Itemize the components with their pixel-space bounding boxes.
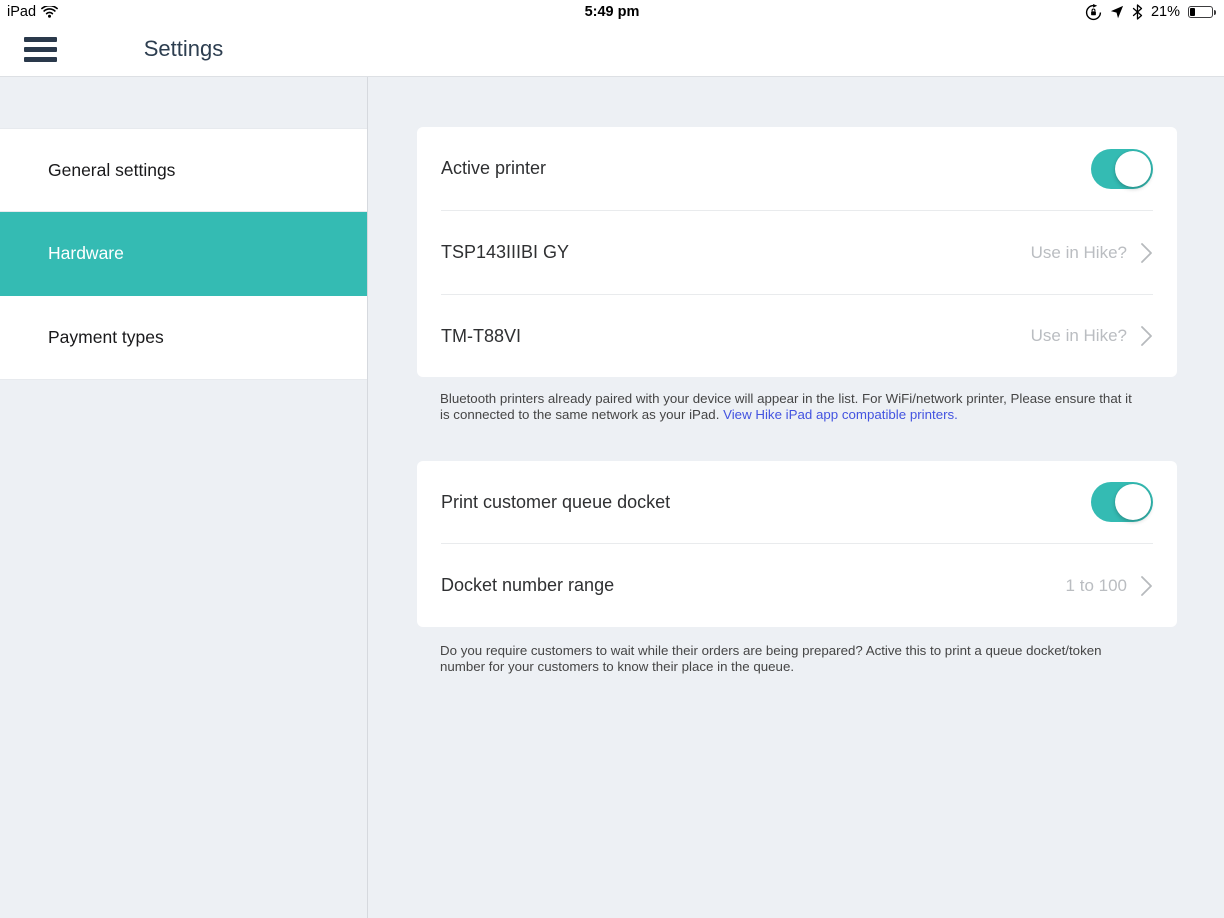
printer-name: TSP143IIIBI GY <box>441 242 570 262</box>
battery-icon <box>1188 6 1216 18</box>
use-in-hike-label: Use in Hike? <box>1030 326 1127 345</box>
queue-docket-toggle[interactable] <box>1091 482 1153 522</box>
queue-toggle-row: Print customer queue docket <box>417 461 1177 543</box>
docket-range-row[interactable]: Docket number range 1 to 100 <box>417 544 1177 627</box>
clock: 5:49 pm <box>584 4 640 20</box>
printer-row[interactable]: TSP143IIIBI GY Use in Hike? <box>417 211 1177 294</box>
docket-range-value: 1 to 100 <box>1065 575 1127 595</box>
hardware-settings-panel: Active printer TSP143IIIBI GY Use in Hik… <box>368 77 1224 918</box>
printer-card: Active printer TSP143IIIBI GY Use in Hik… <box>417 127 1177 377</box>
queue-card: Print customer queue docket Docket numbe… <box>417 461 1177 627</box>
top-bar: iPad 5:49 pm 21% Settings <box>0 0 1224 77</box>
carrier-label: iPad <box>7 4 37 20</box>
page-title: Settings <box>143 36 224 61</box>
queue-help-text: Do you require customers to wait while t… <box>440 643 1102 674</box>
chevron-right-icon <box>1140 575 1153 597</box>
location-icon <box>1110 5 1124 19</box>
wifi-icon <box>41 6 58 18</box>
sidebar-item-label: General settings <box>48 159 176 180</box>
active-printer-label: Active printer <box>441 158 547 178</box>
active-printer-toggle[interactable] <box>1091 148 1153 189</box>
printer-name: TM-T88VI <box>441 325 522 346</box>
queue-toggle-label: Print customer queue docket <box>441 491 671 512</box>
active-printer-row: Active printer <box>417 127 1177 210</box>
sidebar-item-label: Hardware <box>48 243 124 263</box>
docket-range-label: Docket number range <box>441 575 615 595</box>
chevron-right-icon <box>1140 242 1153 264</box>
sidebar-item-hardware[interactable]: Hardware <box>0 212 367 296</box>
use-in-hike-label: Use in Hike? <box>1030 242 1127 262</box>
bluetooth-icon <box>1132 4 1143 20</box>
status-bar: iPad 5:49 pm 21% <box>0 0 1224 24</box>
settings-menu: General settings Hardware Payment types <box>0 128 367 380</box>
chevron-right-icon <box>1140 325 1153 347</box>
rotation-lock-icon <box>1085 3 1102 21</box>
toggle-knob <box>1115 484 1151 520</box>
sidebar-item-general-settings[interactable]: General settings <box>0 128 367 212</box>
battery-percent: 21% <box>1150 4 1180 20</box>
sidebar-item-payment-types[interactable]: Payment types <box>0 296 367 380</box>
printer-help-text: Bluetooth printers already paired with y… <box>440 391 1132 422</box>
compatible-printers-link[interactable]: View Hike iPad app compatible printers. <box>723 407 958 422</box>
printer-row[interactable]: TM-T88VI Use in Hike? <box>417 295 1177 377</box>
sidebar-item-label: Payment types <box>48 327 164 347</box>
toggle-knob <box>1115 150 1151 187</box>
settings-sidebar: General settings Hardware Payment types <box>0 77 368 918</box>
